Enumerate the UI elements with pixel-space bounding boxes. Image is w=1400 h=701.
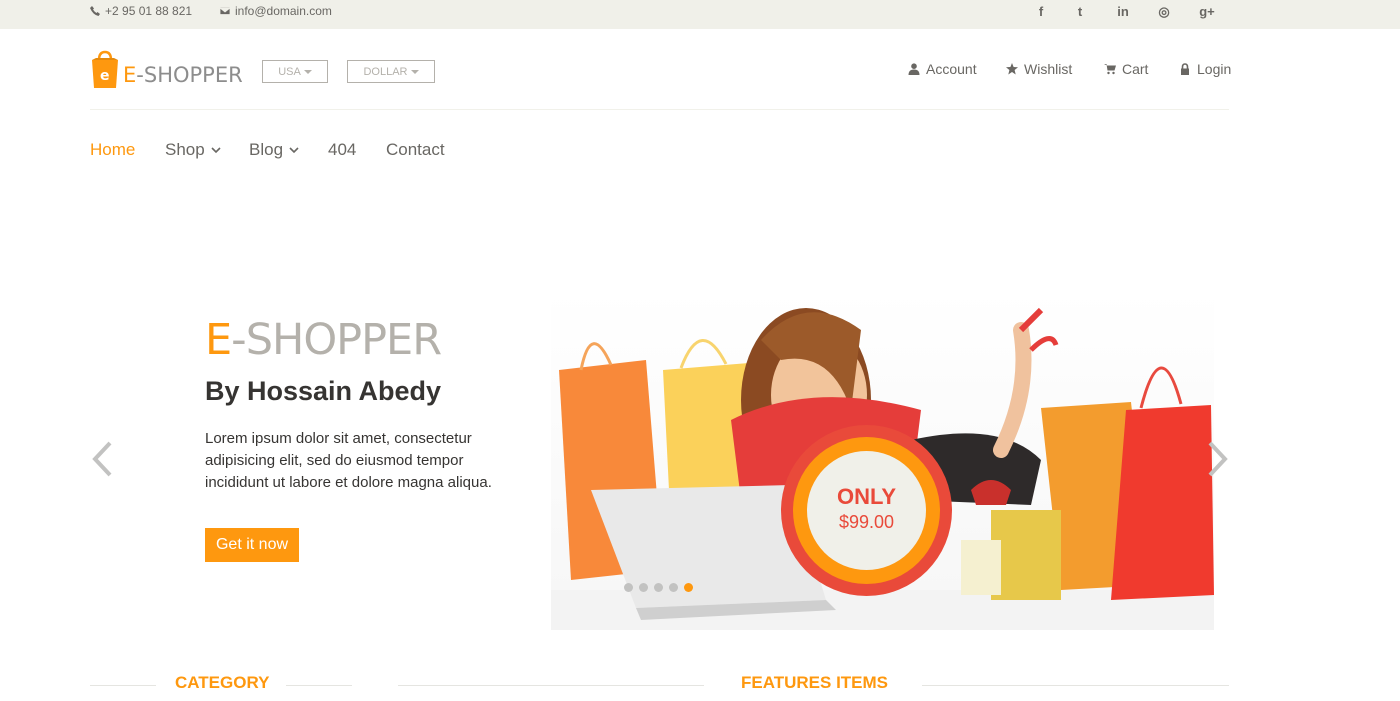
- nav-contact[interactable]: Contact: [386, 140, 445, 160]
- envelope-icon: [220, 7, 230, 15]
- header-divider: [90, 109, 1229, 110]
- logo-text: E-SHOPPER: [123, 63, 243, 87]
- slide-indicator-1[interactable]: [624, 583, 633, 592]
- slide-indicator-2[interactable]: [639, 583, 648, 592]
- nav-blog-label[interactable]: Blog: [249, 140, 283, 160]
- email-address[interactable]: info@domain.com: [235, 4, 332, 18]
- lock-icon: [1181, 63, 1189, 75]
- facebook-icon[interactable]: f: [1031, 4, 1051, 19]
- linkedin-icon[interactable]: in: [1113, 4, 1133, 19]
- phone-icon: [90, 6, 100, 16]
- slide-subtitle: By Hossain Abedy: [205, 376, 442, 406]
- country-label: USA: [278, 65, 301, 78]
- chevron-left-icon: [92, 441, 112, 477]
- features-line-left: [398, 685, 704, 686]
- chevron-down-icon: [289, 147, 299, 154]
- user-icon: [908, 63, 920, 75]
- nav-shop[interactable]: Shop: [165, 140, 221, 160]
- badge-price: $99.00: [838, 512, 895, 532]
- category-heading: CATEGORY: [175, 673, 270, 692]
- slide-title: E-SHOPPER: [205, 315, 442, 365]
- phone-contact: +2 95 01 88 821: [90, 4, 192, 18]
- account-label[interactable]: Account: [926, 61, 977, 77]
- cart-label[interactable]: Cart: [1122, 61, 1148, 77]
- category-line-left: [90, 685, 156, 686]
- star-icon: [1006, 63, 1018, 75]
- google-plus-icon[interactable]: g+: [1197, 4, 1217, 19]
- price-badge: [781, 425, 952, 596]
- twitter-icon[interactable]: t: [1070, 4, 1090, 19]
- email-contact[interactable]: info@domain.com: [220, 4, 332, 18]
- caret-down-icon: [303, 69, 312, 74]
- slider-next-arrow[interactable]: [1206, 440, 1230, 478]
- nav-contact-label[interactable]: Contact: [386, 140, 445, 160]
- chevron-right-icon: [1208, 441, 1228, 477]
- features-line-right: [922, 685, 1229, 686]
- dribbble-icon[interactable]: ◎: [1154, 4, 1174, 20]
- slider-indicators: [624, 583, 693, 592]
- badge-only-label: ONLY: [836, 484, 897, 509]
- nav-404[interactable]: 404: [328, 140, 356, 160]
- shopping-bag-logo-icon: e: [92, 50, 118, 88]
- currency-label: DOLLAR: [363, 65, 408, 78]
- nav-blog[interactable]: Blog: [249, 140, 299, 160]
- chevron-down-icon: [211, 147, 221, 154]
- svg-text:e: e: [100, 68, 110, 84]
- account-link[interactable]: Account: [908, 61, 977, 77]
- slide-indicator-3[interactable]: [654, 583, 663, 592]
- wishlist-label[interactable]: Wishlist: [1024, 61, 1072, 77]
- currency-dropdown[interactable]: DOLLAR: [347, 60, 435, 83]
- badge-inner: [807, 451, 926, 570]
- cart-link[interactable]: Cart: [1104, 61, 1148, 77]
- top-bar: +2 95 01 88 821 info@domain.com f t in ◎…: [0, 0, 1400, 29]
- features-heading: FEATURES ITEMS: [741, 673, 889, 692]
- slide-description: Lorem ipsum dolor sit amet, consectetur …: [205, 430, 492, 491]
- site-logo[interactable]: e E-SHOPPER: [90, 50, 243, 88]
- nav-home[interactable]: Home: [90, 140, 135, 160]
- wishlist-link[interactable]: Wishlist: [1006, 61, 1072, 77]
- nav-404-label[interactable]: 404: [328, 140, 356, 160]
- country-dropdown[interactable]: USA: [262, 60, 328, 83]
- slider-prev-arrow[interactable]: [90, 440, 114, 478]
- slide-indicator-5[interactable]: [684, 583, 693, 592]
- nav-shop-label[interactable]: Shop: [165, 140, 205, 160]
- category-line-right: [286, 685, 352, 686]
- login-label[interactable]: Login: [1197, 61, 1231, 77]
- shopping-cart-icon: [1104, 64, 1116, 75]
- get-it-now-button[interactable]: Get it now: [205, 528, 299, 562]
- caret-down-icon: [410, 69, 419, 74]
- slide-indicator-4[interactable]: [669, 583, 678, 592]
- phone-number: +2 95 01 88 821: [105, 4, 193, 18]
- nav-home-label[interactable]: Home: [90, 140, 135, 160]
- login-link[interactable]: Login: [1179, 61, 1231, 77]
